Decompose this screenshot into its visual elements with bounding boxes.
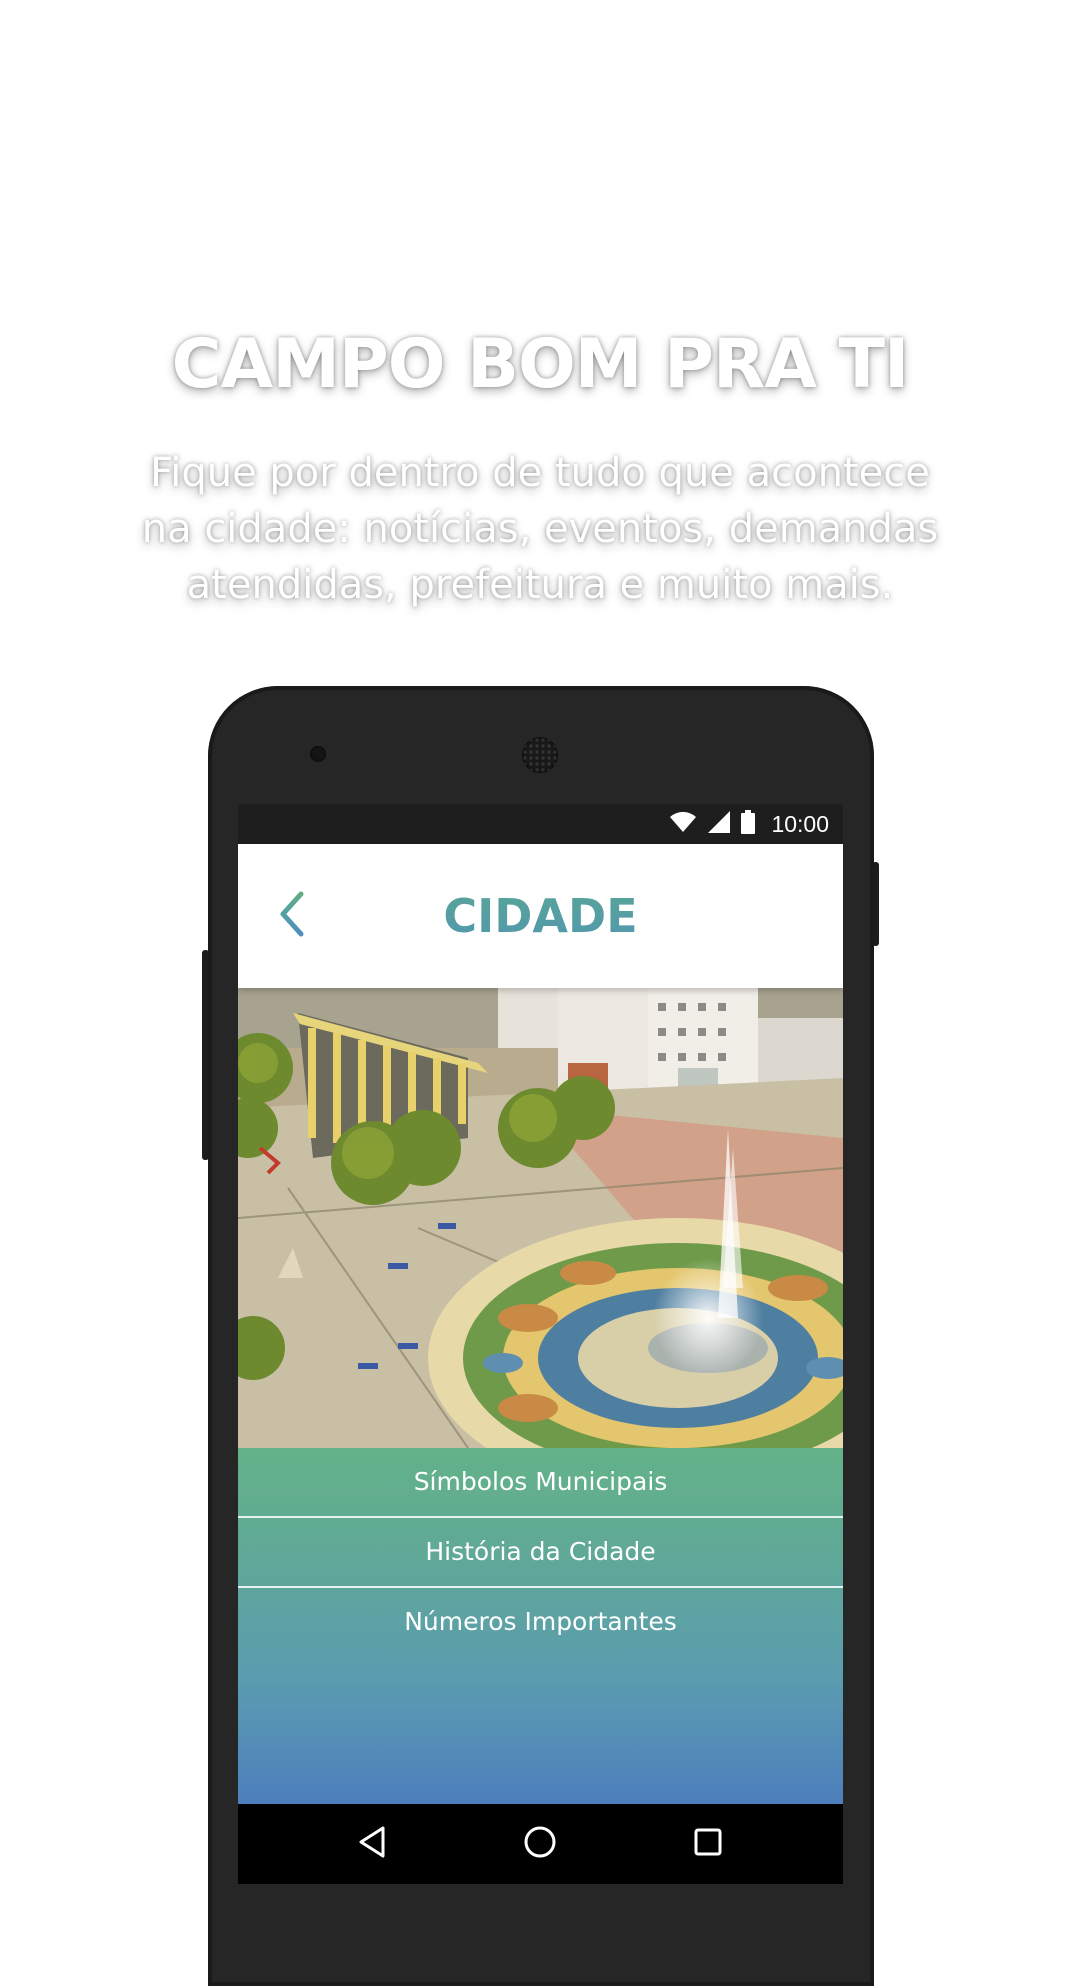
phone-screen: 10:00 CIDADE Símbolos Municipais Históri… — [238, 804, 843, 1804]
android-navigation-bar — [238, 1804, 843, 1884]
menu-item-simbolos-municipais[interactable]: Símbolos Municipais — [238, 1448, 843, 1518]
promo-title: CAMPO BOM PRA TI — [171, 325, 910, 404]
recents-square-icon — [693, 1827, 723, 1862]
status-time: 10:00 — [771, 810, 829, 837]
city-photo — [238, 988, 843, 1448]
promo-line-2: na cidade: notícias, eventos, demandas — [141, 506, 939, 552]
status-bar: 10:00 — [238, 804, 843, 844]
nav-home-button[interactable] — [510, 1818, 570, 1870]
promo-description: Fique por dentro de tudo que acontece na… — [120, 445, 960, 613]
battery-icon — [741, 809, 756, 839]
menu-list: Símbolos Municipais História da Cidade N… — [238, 1448, 843, 1804]
wifi-icon — [669, 811, 697, 838]
promo-line-3: atendidas, prefeitura e muito mais. — [186, 562, 894, 608]
nav-recents-button[interactable] — [678, 1818, 738, 1870]
phone-speaker — [522, 737, 558, 773]
app-header: CIDADE — [238, 844, 843, 988]
menu-item-numeros-importantes[interactable]: Números Importantes — [238, 1588, 843, 1656]
menu-item-historia-da-cidade[interactable]: História da Cidade — [238, 1518, 843, 1588]
signal-icon — [707, 810, 731, 839]
page-title: CIDADE — [238, 844, 843, 988]
nav-back-button[interactable] — [342, 1818, 402, 1870]
promo-line-1: Fique por dentro de tudo que acontece — [150, 450, 930, 496]
phone-sensor — [310, 746, 326, 762]
back-triangle-icon — [357, 1825, 387, 1864]
home-circle-icon — [523, 1825, 557, 1864]
